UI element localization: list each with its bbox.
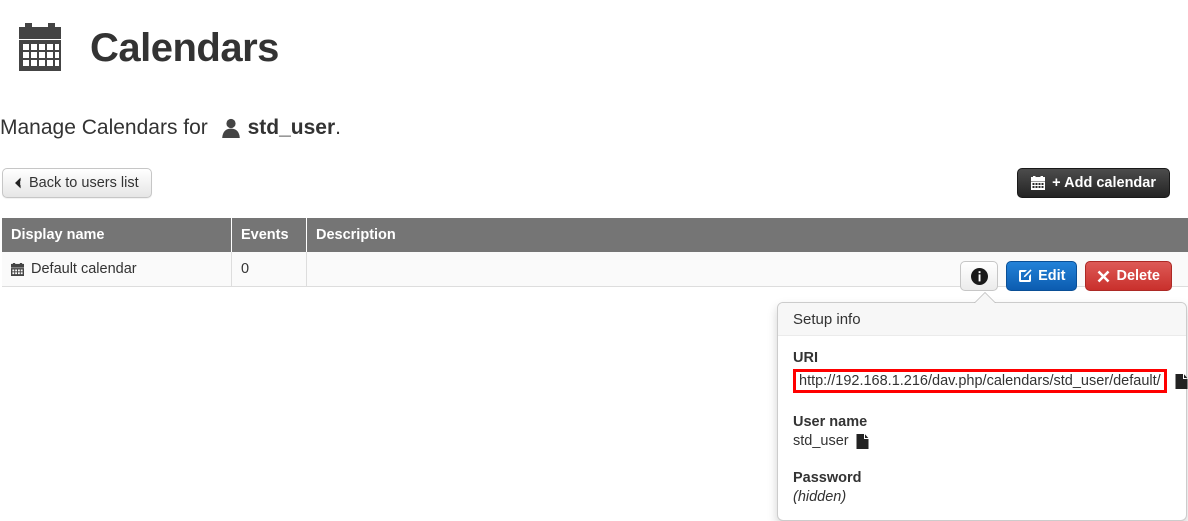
popover-arrow-inner (975, 293, 995, 303)
user-icon (221, 118, 240, 138)
uri-label: URI (793, 350, 818, 366)
subtitle-suffix: . (335, 116, 342, 139)
cell-events-count: 0 (231, 252, 307, 287)
setup-info-popover: Setup info URI http://192.168.1.216/dav.… (777, 292, 1188, 521)
subtitle-prefix: Manage Calendars for (0, 116, 214, 139)
pencil-square-icon (1019, 269, 1032, 282)
uri-value[interactable]: http://192.168.1.216/dav.php/calendars/s… (799, 373, 1161, 389)
uri-row: http://192.168.1.216/dav.php/calendars/s… (793, 369, 1188, 393)
column-header-description[interactable]: Description (306, 218, 1188, 252)
calendar-icon (1031, 176, 1046, 190)
password-value: (hidden) (793, 489, 847, 505)
delete-label: Delete (1116, 268, 1160, 284)
username-value[interactable]: std_user (793, 433, 849, 449)
uri-highlight-box: http://192.168.1.216/dav.php/calendars/s… (793, 369, 1167, 393)
password-label: Password (793, 470, 862, 486)
column-header-display-name[interactable]: Display name (2, 218, 232, 252)
subtitle: Manage Calendars for std_user . (0, 112, 341, 144)
cell-display-name: Default calendar (2, 252, 232, 287)
row-action-buttons: Edit Delete (960, 261, 1172, 291)
calendar-display-name: Default calendar (31, 261, 137, 277)
close-x-icon (1098, 270, 1110, 282)
username-label: User name (793, 414, 868, 430)
calendar-icon (11, 262, 24, 276)
toolbar: Back to users list + Add calendar (0, 168, 1188, 200)
edit-button[interactable]: Edit (1006, 261, 1078, 291)
copy-icon[interactable] (856, 433, 869, 449)
setup-info-button[interactable] (960, 261, 999, 291)
delete-button[interactable]: Delete (1085, 261, 1172, 291)
calendar-icon (19, 23, 61, 71)
table-header: Display name Events Description (2, 218, 1188, 252)
back-to-users-list-button[interactable]: Back to users list (2, 168, 152, 198)
add-calendar-button[interactable]: + Add calendar (1017, 168, 1170, 198)
edit-label: Edit (1038, 268, 1066, 284)
subtitle-username: std_user (247, 116, 336, 139)
chevron-left-icon (15, 177, 21, 189)
column-header-events[interactable]: Events (231, 218, 307, 252)
add-calendar-label: + Add calendar (1052, 175, 1156, 191)
info-circle-icon (970, 267, 988, 285)
popover-body: URI http://192.168.1.216/dav.php/calenda… (778, 336, 1188, 505)
page-header: Calendars (0, 0, 1188, 96)
username-field: User name std_user (793, 414, 1171, 449)
popover-title: Setup info (778, 303, 1186, 336)
copy-icon[interactable] (1175, 373, 1188, 389)
username-row: std_user (793, 433, 1171, 449)
table-header-row: Display name Events Description (2, 218, 1188, 252)
uri-field: URI http://192.168.1.216/dav.php/calenda… (793, 350, 1188, 393)
page-title: Calendars (90, 26, 279, 70)
back-to-users-list-label: Back to users list (29, 175, 139, 191)
password-field: Password (hidden) (793, 470, 1171, 505)
